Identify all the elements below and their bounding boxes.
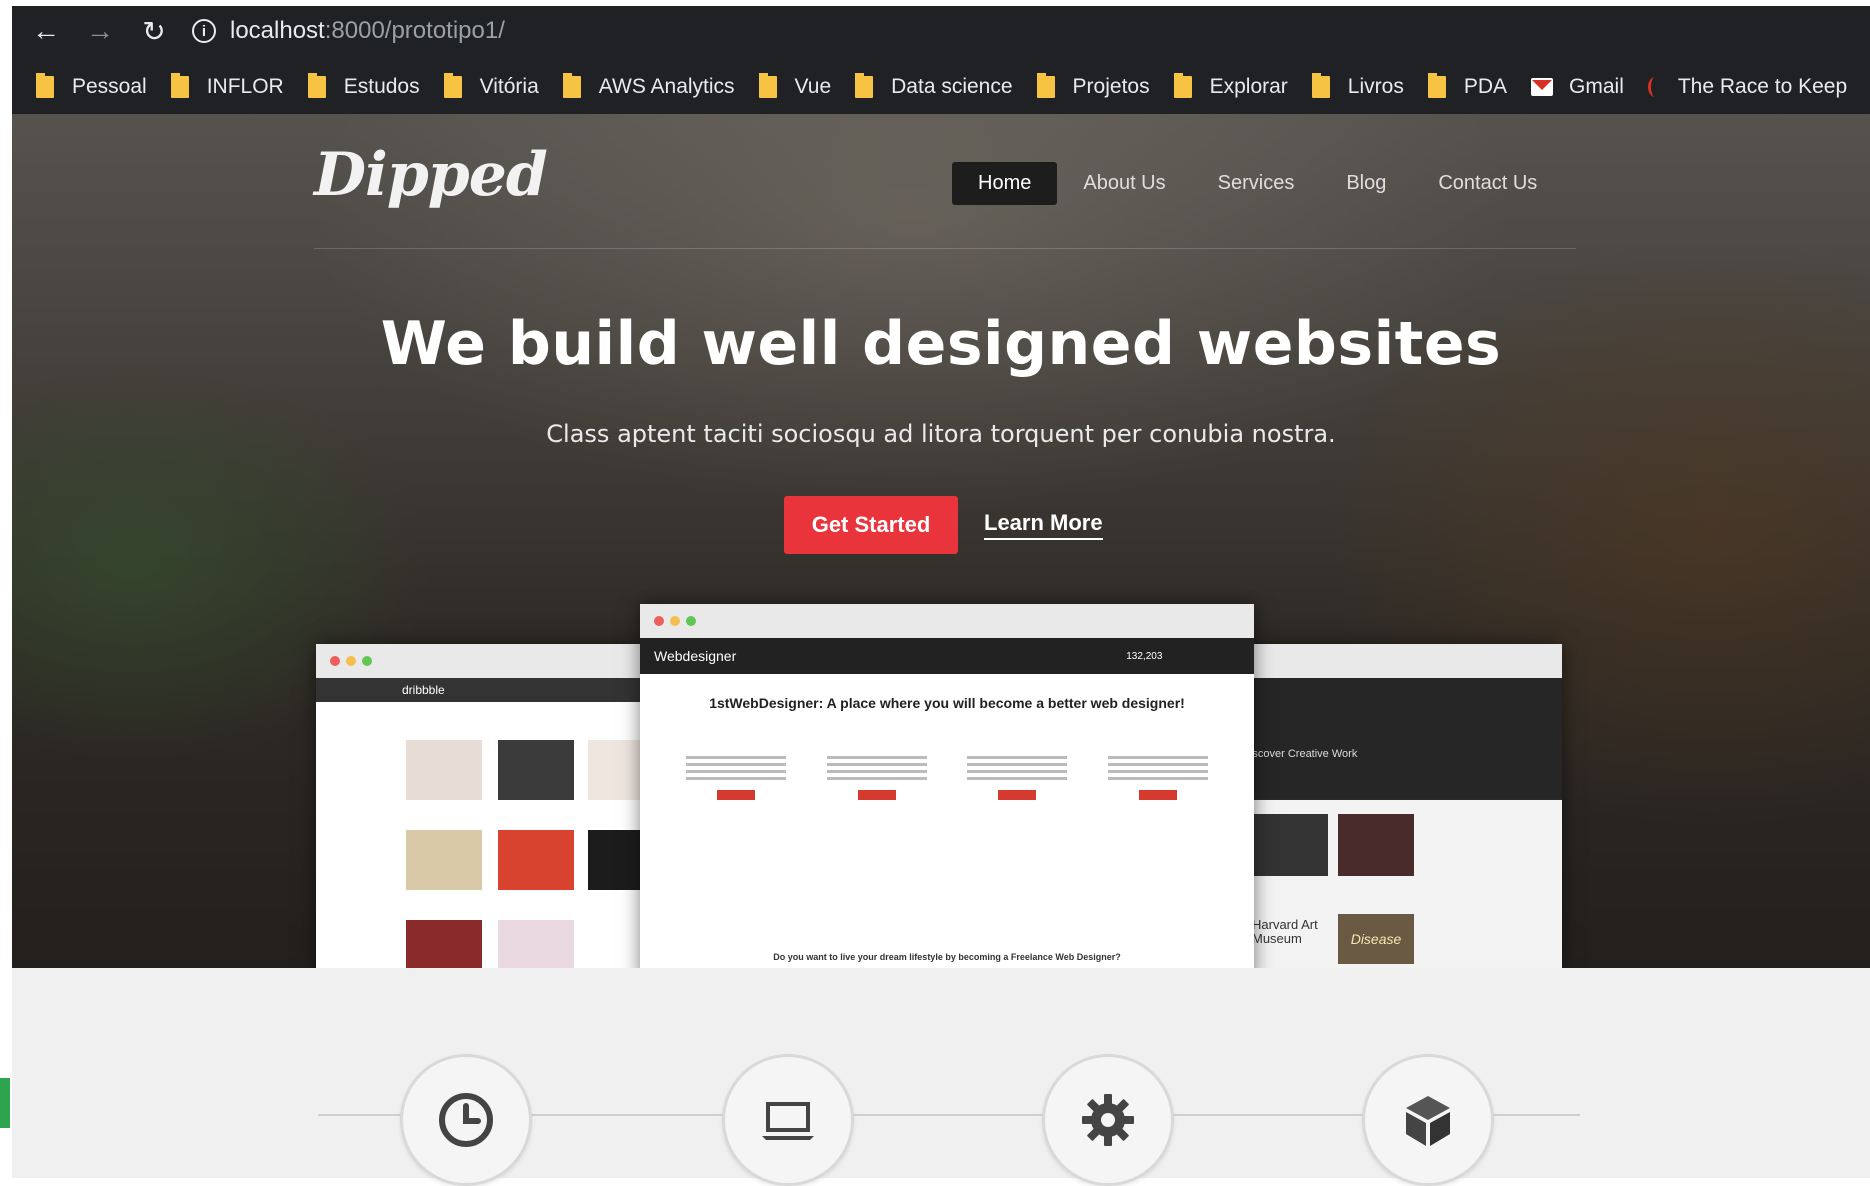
thumbnail	[406, 740, 482, 800]
thumbnail	[1338, 814, 1414, 876]
mockup-center-columns	[640, 752, 1254, 800]
thumbnail	[498, 920, 574, 968]
laptop-icon	[762, 1102, 814, 1140]
nav-home[interactable]: Home	[952, 162, 1058, 205]
thumbnail	[588, 740, 646, 800]
browser-chrome: ← → ↻ i localhost:8000/prototipo1/ Pesso…	[12, 6, 1870, 114]
mockup-center-header: Webdesigner 132,203	[640, 638, 1254, 674]
mockup-center-brand: Webdesigner	[654, 648, 737, 664]
bookmark-explorar[interactable]: Explorar	[1173, 73, 1288, 99]
mockup-center: Webdesigner 132,203 1stWebDesigner: A pl…	[640, 604, 1254, 968]
bookmark-data-science[interactable]: Data science	[855, 73, 1013, 99]
thumbnail	[498, 830, 574, 890]
bookmark-aws-analytics[interactable]: AWS Analytics	[562, 73, 735, 99]
folder-icon	[443, 73, 462, 98]
feature-clock[interactable]	[400, 1054, 532, 1186]
feature-cube[interactable]	[1362, 1054, 1494, 1186]
cube-icon	[1406, 1096, 1450, 1146]
bookmark-livros[interactable]: Livros	[1311, 73, 1404, 99]
mockup-left: dribbble	[316, 644, 646, 968]
folder-icon	[1173, 73, 1192, 98]
folder-icon	[562, 73, 581, 98]
clock-icon	[439, 1093, 493, 1147]
thumbnail	[498, 740, 574, 800]
bookmark-race[interactable]: The Race to Keep	[1647, 75, 1847, 99]
nav-services[interactable]: Services	[1192, 162, 1321, 205]
mockup-left-brand: dribbble	[316, 678, 646, 702]
bookmark-projetos[interactable]: Projetos	[1036, 73, 1150, 99]
folder-icon	[1427, 73, 1446, 98]
hero-section: Dipped Home About Us Services Blog Conta…	[12, 114, 1870, 968]
nav-blog[interactable]: Blog	[1320, 162, 1412, 205]
mockup-right: Discover Creative Work Harvard Art Museu…	[1238, 644, 1562, 968]
mockup-titlebar	[640, 604, 1254, 638]
hero-headline: We build well designed websites	[380, 309, 1502, 379]
tile-disease: Disease	[1338, 914, 1414, 964]
mockup-right-heading: Discover Creative Work	[1242, 748, 1358, 760]
mockup-center-count: 132,203	[1126, 650, 1163, 662]
thumbnail	[1252, 814, 1328, 876]
side-tab[interactable]	[0, 1078, 10, 1128]
bookmark-site-icon	[1647, 77, 1662, 97]
info-icon[interactable]: i	[192, 19, 216, 43]
feature-gear[interactable]	[1042, 1054, 1174, 1186]
get-started-button[interactable]: Get Started	[784, 496, 958, 554]
feature-laptop[interactable]	[722, 1054, 854, 1186]
features-section	[12, 968, 1870, 1186]
tile-harvard: Harvard Art Museum	[1252, 917, 1318, 946]
bookmark-gmail[interactable]: Gmail	[1531, 75, 1624, 99]
main-nav: Home About Us Services Blog Contact Us	[952, 162, 1563, 205]
hero-subheadline: Class aptent taciti sociosqu ad litora t…	[546, 420, 1336, 448]
bookmark-vue[interactable]: Vue	[758, 73, 831, 99]
folder-icon	[1036, 73, 1055, 98]
mockup-titlebar	[316, 644, 646, 678]
mockup-center-footer: Do you want to live your dream lifestyle…	[773, 952, 1121, 962]
bookmark-vitoria[interactable]: Vitória	[443, 73, 539, 99]
bookmark-inflor[interactable]: INFLOR	[170, 73, 284, 99]
back-arrow-icon[interactable]: ←	[26, 11, 66, 51]
folder-icon	[758, 73, 777, 98]
url-host: localhost	[230, 17, 325, 44]
forward-arrow-icon[interactable]: →	[80, 11, 120, 51]
folder-icon	[307, 73, 326, 98]
thumbnail	[406, 920, 482, 968]
mockup-center-title: 1stWebDesigner: A place where you will b…	[709, 695, 1185, 711]
reload-icon[interactable]: ↻	[134, 11, 174, 51]
nav-divider	[314, 248, 1576, 249]
url-path: :8000/prototipo1/	[324, 17, 505, 44]
mockup-titlebar	[1238, 644, 1562, 678]
thumbnail	[588, 830, 646, 890]
bookmarks-bar: Pessoal INFLOR Estudos Vitória AWS Analy…	[12, 64, 1870, 110]
nav-contact-us[interactable]: Contact Us	[1412, 162, 1563, 205]
site-logo[interactable]: Dipped	[314, 140, 548, 210]
bookmark-estudos[interactable]: Estudos	[307, 73, 420, 99]
bookmark-pessoal[interactable]: Pessoal	[36, 73, 147, 99]
nav-about-us[interactable]: About Us	[1057, 162, 1191, 205]
gear-icon	[1082, 1094, 1134, 1146]
learn-more-link[interactable]: Learn More	[984, 510, 1103, 540]
folder-icon	[1311, 73, 1330, 98]
address-bar[interactable]: i localhost:8000/prototipo1/	[192, 11, 1852, 51]
browser-toolbar: ← → ↻ i localhost:8000/prototipo1/	[12, 6, 1870, 56]
gmail-icon	[1531, 78, 1554, 96]
bookmark-pda[interactable]: PDA	[1427, 73, 1507, 99]
folder-icon	[36, 73, 54, 98]
folder-icon	[855, 73, 874, 98]
folder-icon	[170, 73, 189, 98]
thumbnail	[406, 830, 482, 890]
